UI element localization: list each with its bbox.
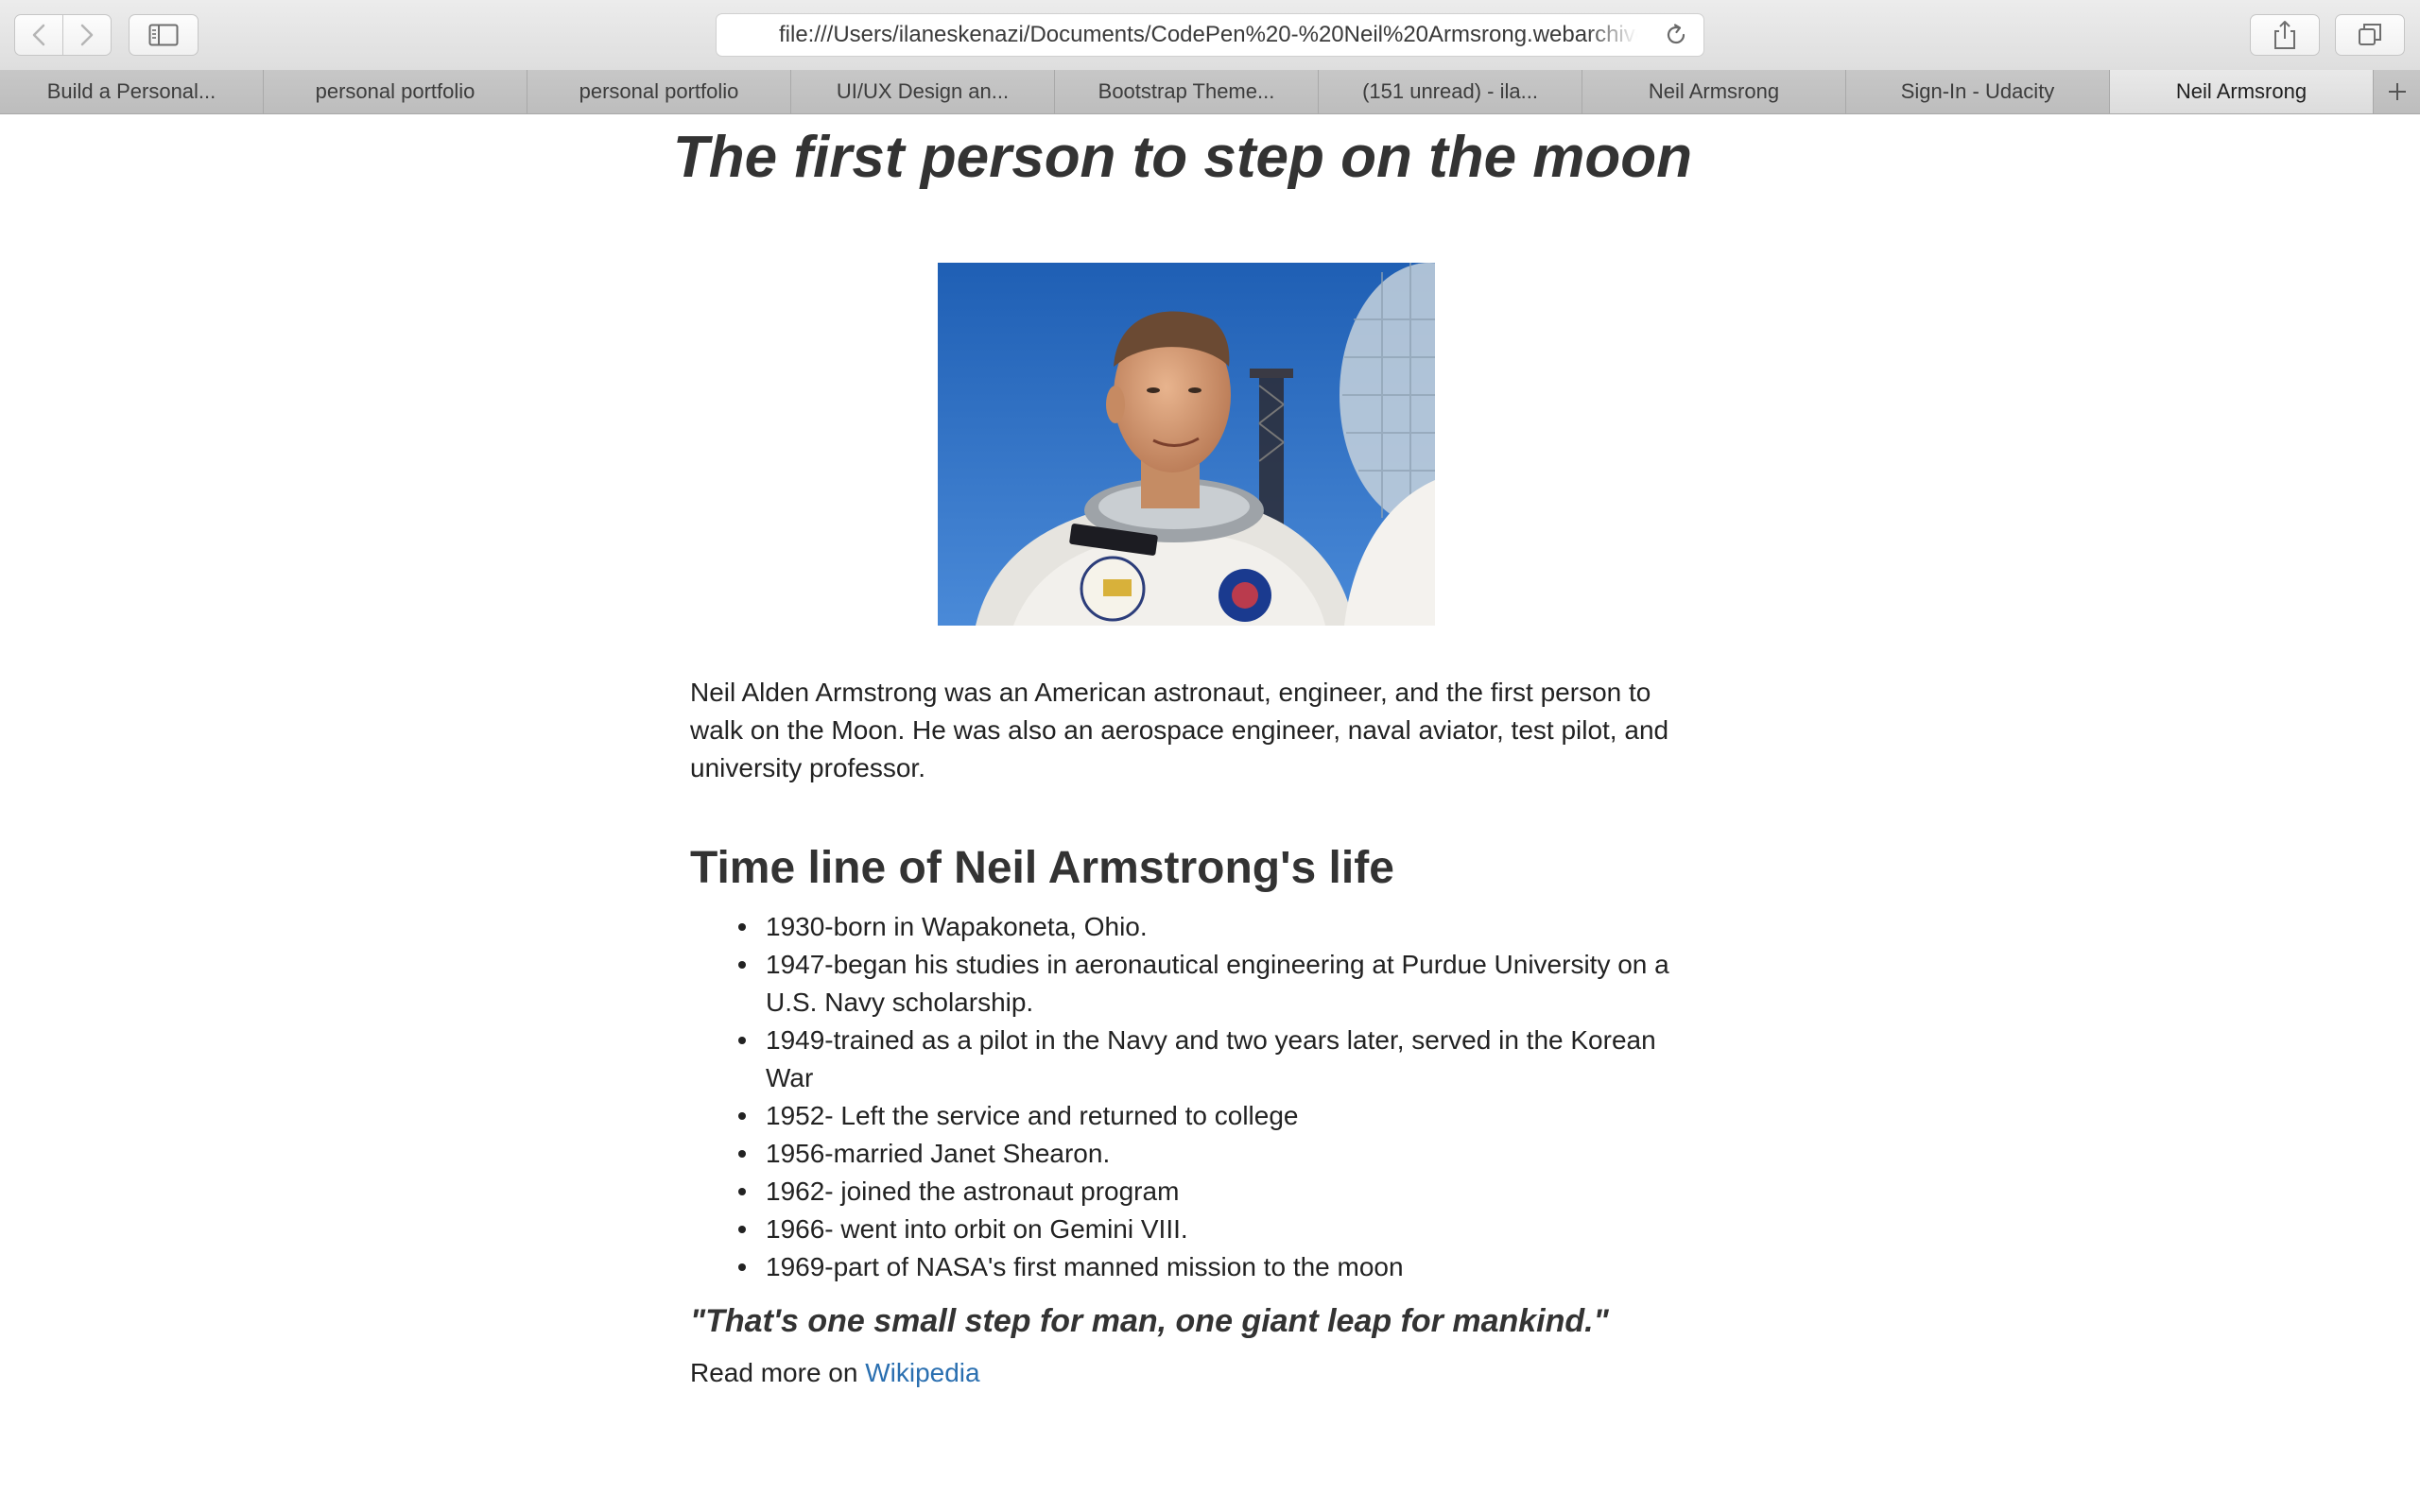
sidebar-icon	[148, 24, 179, 46]
reload-button[interactable]	[1662, 21, 1690, 49]
chevron-right-icon	[80, 24, 93, 46]
timeline-item: 1947-began his studies in aeronautical e…	[738, 946, 1692, 1022]
tab-bar: Build a Personal... personal portfolio p…	[0, 70, 2420, 114]
browser-tab[interactable]: Build a Personal...	[0, 70, 264, 113]
page-title: The first person to step on the moon	[672, 125, 1693, 190]
browser-toolbar: file:///Users/ilaneskenazi/Documents/Cod…	[0, 0, 2420, 71]
new-tab-button[interactable]	[2374, 70, 2420, 113]
timeline-item: 1956-married Janet Shearon.	[738, 1135, 1692, 1173]
read-more-text: Read more on	[690, 1358, 866, 1387]
timeline-item: 1966- went into orbit on Gemini VIII.	[738, 1211, 1692, 1248]
back-button[interactable]	[14, 14, 63, 56]
browser-tab[interactable]: personal portfolio	[527, 70, 791, 113]
tab-overview-icon	[2359, 24, 2381, 45]
browser-window: file:///Users/ilaneskenazi/Documents/Cod…	[0, 0, 2420, 1512]
wikipedia-link[interactable]: Wikipedia	[865, 1358, 979, 1387]
browser-tab-active[interactable]: Neil Armsrong	[2110, 70, 2374, 113]
read-more: Read more on Wikipedia	[690, 1354, 1692, 1392]
plus-icon	[2388, 83, 2406, 100]
reload-icon	[1667, 24, 1685, 44]
url-text[interactable]: file:///Users/ilaneskenazi/Documents/Cod…	[779, 14, 1637, 56]
timeline-item: 1952- Left the service and returned to c…	[738, 1097, 1692, 1135]
navigation-buttons	[14, 14, 112, 56]
address-bar[interactable]: file:///Users/ilaneskenazi/Documents/Cod…	[716, 13, 1704, 57]
chevron-left-icon	[32, 24, 44, 46]
timeline-item: 1949-trained as a pilot in the Navy and …	[738, 1022, 1692, 1097]
timeline-heading: Time line of Neil Armstrong's life	[690, 843, 1394, 893]
browser-tab[interactable]: personal portfolio	[264, 70, 527, 113]
sidebar-button[interactable]	[129, 14, 199, 56]
article-column: Neil Alden Armstrong was an American ast…	[690, 674, 1692, 1392]
browser-tab[interactable]: Bootstrap Theme...	[1055, 70, 1319, 113]
intro-paragraph: Neil Alden Armstrong was an American ast…	[690, 678, 1669, 782]
timeline-list: 1930-born in Wapakoneta, Ohio. 1947-bega…	[690, 908, 1692, 1286]
share-button[interactable]	[2250, 14, 2320, 56]
page-content: The first person to step on the moon Nei…	[0, 114, 2420, 1512]
browser-tab[interactable]: Neil Armsrong	[1582, 70, 1846, 113]
browser-tab[interactable]: (151 unread) - ila...	[1319, 70, 1582, 113]
timeline-item: 1962- joined the astronaut program	[738, 1173, 1692, 1211]
astronaut-image	[938, 263, 1435, 626]
timeline-item: 1969-part of NASA's first manned mission…	[738, 1248, 1692, 1286]
tab-overview-button[interactable]	[2335, 14, 2405, 56]
forward-button[interactable]	[62, 14, 112, 56]
astronaut-photo	[938, 263, 1435, 626]
armstrong-quote: "That's one small step for man, one gian…	[690, 1303, 1609, 1339]
share-icon	[2274, 21, 2295, 49]
browser-tab[interactable]: Sign-In - Udacity	[1846, 70, 2110, 113]
timeline-item: 1930-born in Wapakoneta, Ohio.	[738, 908, 1692, 946]
browser-tab[interactable]: UI/UX Design an...	[791, 70, 1055, 113]
